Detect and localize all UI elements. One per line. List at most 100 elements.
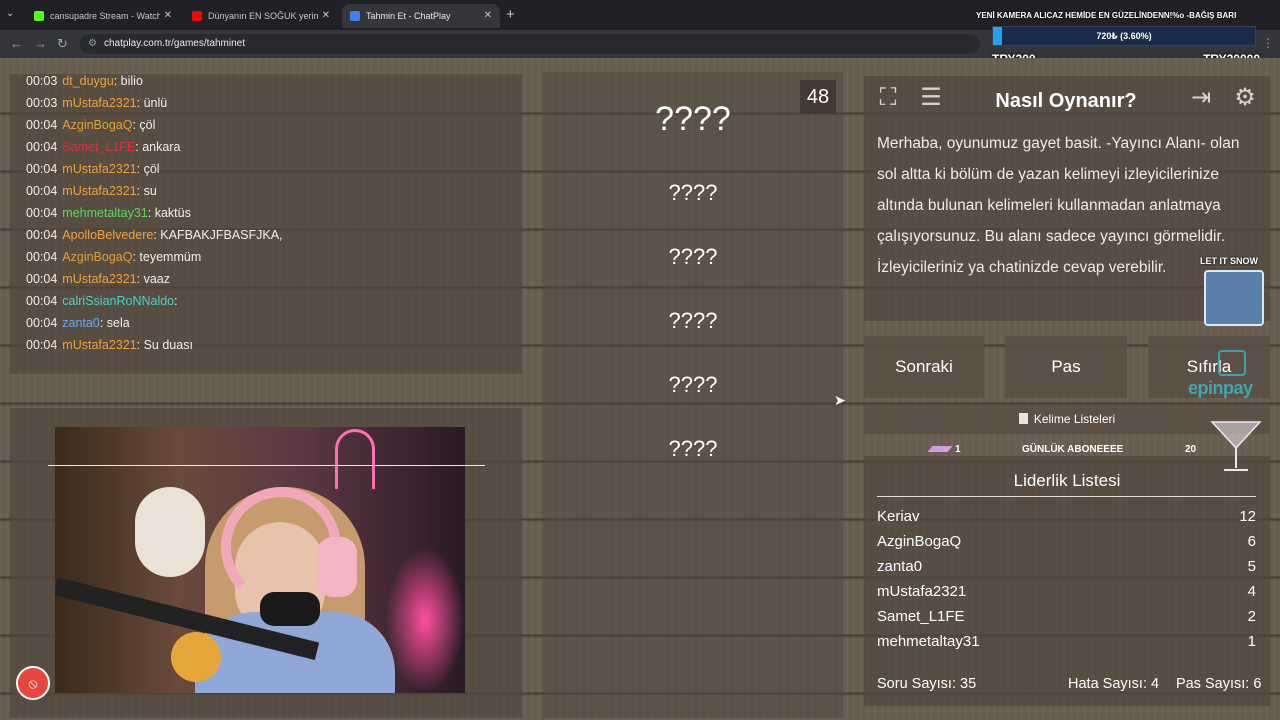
chat-text: çöl xyxy=(139,118,156,132)
reload-icon[interactable]: ↻ xyxy=(57,36,68,52)
browser-tab-chatplay[interactable]: Tahmin Et - ChatPlay ✕ xyxy=(342,4,500,28)
chat-username[interactable]: mUstafa2321 xyxy=(62,96,136,110)
donation-progress-text: 720₺ (3.60%) xyxy=(1096,31,1152,41)
chat-text: ünlü xyxy=(143,96,168,110)
how-to-play-title: Nasıl Oynanır? xyxy=(995,90,1137,112)
chat-timestamp: 00:03 xyxy=(26,74,58,88)
divider xyxy=(877,496,1256,497)
player-name: Keriav xyxy=(877,508,920,525)
url-field[interactable]: ⚙ chatplay.com.tr/games/tahminet xyxy=(80,34,980,54)
forbidden-word: ???? xyxy=(668,436,718,461)
chat-username[interactable]: ApolloBelvedere xyxy=(62,228,153,242)
tab-label: Dünyanın EN SOĞUK yerinde B xyxy=(208,11,318,21)
sub-goal-target: 20 xyxy=(1185,444,1197,455)
let-it-snow-overlay: LET IT SNOW xyxy=(1200,256,1272,334)
chat-text: bilio xyxy=(120,74,143,88)
sub-goal-current: 1 xyxy=(955,444,961,455)
chat-username[interactable]: mUstafa2321 xyxy=(62,162,136,176)
chat-text: su xyxy=(143,184,157,198)
epinpay-logo-icon xyxy=(1218,350,1246,376)
tab-search-icon[interactable]: ⌄ xyxy=(6,8,14,19)
browser-tab-youtube[interactable]: Dünyanın EN SOĞUK yerinde B ✕ xyxy=(184,4,338,28)
round-timer: 48 xyxy=(800,80,836,114)
chat-timestamp: 00:04 xyxy=(26,272,58,286)
leaderboard-panel xyxy=(864,456,1270,706)
word-column: ???? ???? ???? ???? ???? ???? xyxy=(543,72,843,718)
chat-text: çöl xyxy=(143,162,160,176)
chat-username[interactable]: calriSsianRoNNaldo xyxy=(62,294,174,308)
chat-timestamp: 00:04 xyxy=(26,118,58,132)
chat-message: 00:04 AzginBogaQ: çöl xyxy=(26,118,156,132)
new-tab-icon[interactable]: + xyxy=(506,6,515,23)
divider xyxy=(48,465,485,466)
chat-message: 00:04 calriSsianRoNNaldo: xyxy=(26,294,178,308)
site-info-icon[interactable]: ⚙ xyxy=(88,34,97,54)
pass-button[interactable]: Pas xyxy=(1005,336,1127,398)
player-name: mUstafa2321 xyxy=(877,583,967,600)
leaderboard-title: Liderlik Listesi xyxy=(1013,471,1121,490)
chat-message: 00:04 mUstafa2321: çöl xyxy=(26,162,160,176)
player-score: 12 xyxy=(1239,508,1256,525)
chat-message: 00:03 dt_duygu: bilio xyxy=(26,74,143,88)
player-name: AzginBogaQ xyxy=(877,533,962,550)
chat-text: kaktüs xyxy=(154,206,191,220)
chat-message: 00:04 mUstafa2321: su xyxy=(26,184,157,198)
donation-progress-bar: 720₺ (3.60%) xyxy=(992,26,1256,46)
chat-username[interactable]: mehmetaltay31 xyxy=(62,206,147,220)
close-tab-icon[interactable]: ✕ xyxy=(164,10,172,21)
chat-timestamp: 00:04 xyxy=(26,316,58,330)
question-count: Soru Sayısı: 35 xyxy=(877,676,977,692)
chat-username[interactable]: dt_duygu xyxy=(62,74,113,88)
chat-username[interactable]: Samet_L1FE xyxy=(62,140,135,154)
chat-message: 00:04 AzginBogaQ: teyemmüm xyxy=(26,250,202,264)
back-icon[interactable]: ← xyxy=(10,36,23,51)
chat-message: 00:04 mehmetaltay31: kaktüs xyxy=(26,206,191,220)
chat-username[interactable]: mUstafa2321 xyxy=(62,272,136,286)
pass-count: Pas Sayısı: 6 xyxy=(1176,676,1262,692)
cocktail-glass-icon xyxy=(1210,421,1262,471)
chat-timestamp: 00:03 xyxy=(26,96,58,110)
webcam-video xyxy=(55,427,465,693)
forward-icon[interactable]: → xyxy=(34,36,47,51)
close-tab-icon[interactable]: ✕ xyxy=(484,10,492,21)
chat-username[interactable]: AzginBogaQ xyxy=(62,250,132,264)
sub-goal-bar: 1 GÜNLÜK ABONEEEE 20 xyxy=(927,443,1200,457)
chat-message: 00:04 mUstafa2321: vaaz xyxy=(26,272,170,286)
close-tab-icon[interactable]: ✕ xyxy=(322,10,330,21)
microphone xyxy=(260,592,320,626)
chat-message: 00:04 Samet_L1FE: ankara xyxy=(26,140,181,154)
chat-message: 00:03 mUstafa2321: ünlü xyxy=(26,96,168,110)
forbidden-word: ???? xyxy=(668,180,718,205)
chat-text: ankara xyxy=(142,140,181,154)
chat-timestamp: 00:04 xyxy=(26,294,58,308)
teddy-bear xyxy=(135,487,205,577)
sub-goal-label: GÜNLÜK ABONEEEE xyxy=(1022,444,1124,455)
chat-timestamp: 00:04 xyxy=(26,184,58,198)
browser-tab-kick[interactable]: cansupadre Stream - Watch Liv ✕ xyxy=(26,4,180,28)
snow-picture xyxy=(1204,270,1264,326)
chat-message: 00:04 ApolloBelvedere: KAFBAKJFBASFJKA, xyxy=(26,228,283,242)
player-score: 4 xyxy=(1247,583,1256,600)
url-text: chatplay.com.tr/games/tahminet xyxy=(104,38,245,49)
tab-label: Tahmin Et - ChatPlay xyxy=(366,11,451,21)
chat-username[interactable]: zanta0 xyxy=(62,316,100,330)
chat-panel: 00:03 dt_duygu: bilio 00:03 mUstafa2321: ün… xyxy=(10,74,522,374)
chat-timestamp: 00:04 xyxy=(26,228,58,242)
chat-text: vaaz xyxy=(143,272,170,286)
record-button[interactable]: ⦸ xyxy=(16,666,50,700)
chat-timestamp: 00:04 xyxy=(26,162,58,176)
chat-username[interactable]: AzginBogaQ xyxy=(62,118,132,132)
book-icon xyxy=(1018,413,1028,424)
chat-username[interactable]: mUstafa2321 xyxy=(62,184,136,198)
chat-timestamp: 00:04 xyxy=(26,140,58,154)
how-to-play-text: Merhaba, oyunumuz gayet basit. -Yayıncı … xyxy=(877,135,1240,276)
next-button[interactable]: Sonraki xyxy=(864,336,984,398)
chat-timestamp: 00:04 xyxy=(26,250,58,264)
forbidden-word: ???? xyxy=(668,244,718,269)
chat-timestamp: 00:04 xyxy=(26,206,58,220)
chat-timestamp: 00:04 xyxy=(26,338,58,352)
chat-username[interactable]: mUstafa2321 xyxy=(62,338,136,352)
snow-label: LET IT SNOW xyxy=(1200,256,1258,266)
player-name: Samet_L1FE xyxy=(877,608,965,625)
sponsor-logo: epinpay xyxy=(1188,378,1253,398)
